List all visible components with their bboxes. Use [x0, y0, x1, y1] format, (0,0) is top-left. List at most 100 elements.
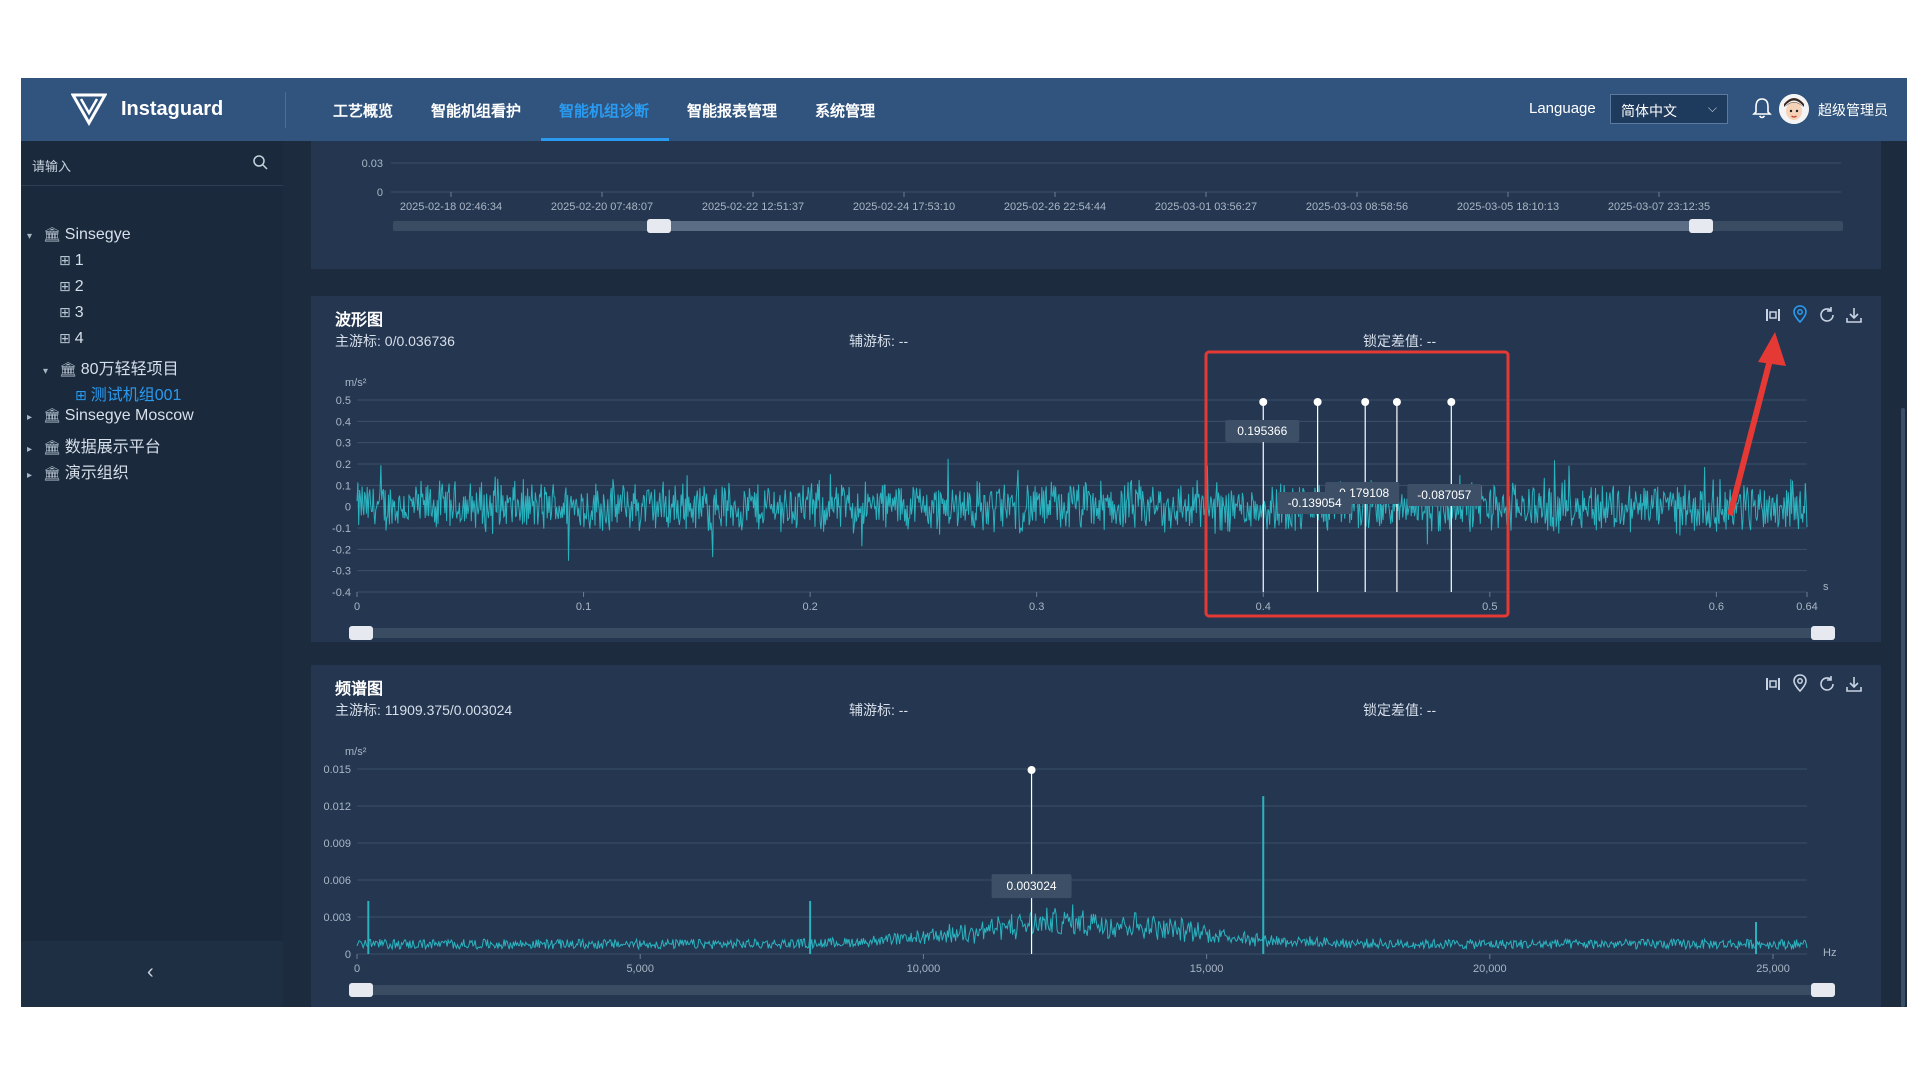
nav-unit-care[interactable]: 智能机组看护: [431, 100, 521, 121]
username[interactable]: 超级管理员: [1818, 100, 1888, 120]
tree-item-label: Sinsegye: [64, 226, 131, 243]
y-tick-label: -0.4: [332, 587, 351, 599]
zoom-slider-handle-right: [1811, 983, 1835, 997]
y-tick-label: 0.5: [336, 395, 351, 407]
y-tick-label: 0.2: [336, 459, 351, 471]
marker-label: -0.087057: [1417, 488, 1471, 502]
collapse-sidebar-button[interactable]: ‹: [21, 941, 283, 1007]
marker-dot: [1392, 398, 1401, 406]
zoom-slider-handle-right: [1689, 219, 1713, 233]
x-tick-label: 0.2: [802, 601, 817, 613]
y-tick-label: 0.015: [323, 764, 351, 776]
measure-icon[interactable]: [1764, 306, 1782, 324]
chevron-right-icon[interactable]: ▸: [27, 412, 43, 423]
top-navigation-bar: Instaguard 工艺概览 智能机组看护 智能机组诊断 智能报表管理 系统管…: [21, 78, 1907, 141]
search-input[interactable]: 请输入: [21, 141, 283, 186]
trend-panel: 0.03 0 2025-02-18 02:46:34 2025-02-20 07:48…: [311, 141, 1881, 269]
nav-report-management[interactable]: 智能报表管理: [687, 100, 777, 121]
tree-item[interactable]: ▸ 🏛 Sinsegye Moscow: [27, 407, 194, 425]
x-tick-label: 2025-03-01 03:56:27: [1155, 201, 1257, 213]
x-tick-label: 10,000: [907, 963, 941, 975]
search-icon[interactable]: [252, 154, 268, 170]
zoom-slider-handle-left: [647, 219, 671, 233]
zoom-slider-track: [357, 985, 1827, 995]
cursor-label: 0.003024: [1007, 879, 1057, 893]
spectrum-chart[interactable]: m/s² 0.015 0.012 0.009 0.006 0.003 00 5,000 10,0…: [311, 665, 1881, 1007]
marker-label: -0.139054: [1288, 496, 1342, 510]
language-select[interactable]: 简体中文 ⌵: [1610, 94, 1728, 124]
y-tick-label: 0: [377, 187, 383, 199]
refresh-icon[interactable]: [1818, 306, 1836, 324]
building-icon: 🏛: [43, 439, 61, 455]
zoom-slider-handle-left: [349, 626, 373, 640]
waveform-chart[interactable]: m/s²0.50.40.30.20.10-0.1-0.2-0.3-0.40 0.1…: [311, 296, 1881, 642]
x-tick-label: 2025-03-03 08:58:56: [1306, 201, 1408, 213]
y-tick-label: 0.006: [323, 875, 351, 887]
tree-item-label: 80万轻轻项目: [80, 361, 179, 378]
device-icon: ⊞: [59, 330, 71, 346]
download-icon[interactable]: [1845, 306, 1863, 324]
chevron-down-icon[interactable]: ▾: [27, 231, 43, 242]
device-icon: ⊞: [59, 252, 71, 268]
tree-item[interactable]: ⊞ 3: [43, 304, 84, 322]
brand-name: Instaguard: [121, 98, 224, 120]
x-tick-label: 0.4: [1256, 601, 1271, 613]
y-tick-label: 0.012: [323, 801, 351, 813]
marker-dot: [1447, 398, 1456, 406]
measure-icon[interactable]: [1764, 675, 1782, 693]
y-tick-label: -0.1: [332, 523, 351, 535]
x-axis-unit: Hz: [1823, 947, 1836, 959]
device-icon: ⊞: [59, 304, 71, 320]
trend-chart: 0.03 0 2025-02-18 02:46:34 2025-02-20 07:48…: [362, 158, 1843, 233]
location-pin-icon[interactable]: [1791, 674, 1809, 692]
x-tick-label: 0: [354, 963, 360, 975]
instaguard-logo-icon: [71, 93, 107, 127]
avatar[interactable]: [1779, 94, 1809, 124]
tree-item[interactable]: ▸ 🏛 数据展示平台: [27, 433, 161, 457]
chevron-down-icon[interactable]: ▾: [43, 366, 59, 377]
chevron-right-icon[interactable]: ▸: [27, 470, 43, 481]
tree-item-label: 4: [74, 330, 84, 347]
x-tick-label: 15,000: [1190, 963, 1224, 975]
chevron-down-icon: ⌵: [1707, 101, 1717, 115]
tree-item[interactable]: ▾ 🏛 Sinsegye: [27, 226, 131, 244]
y-tick-label: 0.009: [323, 838, 351, 850]
x-tick-label: 2025-02-22 12:51:37: [702, 201, 804, 213]
zoom-slider-range: [653, 221, 1701, 231]
x-tick-label: 0.1: [576, 601, 591, 613]
tree-item[interactable]: ⊞ 4: [43, 330, 84, 348]
tree-item-label: 数据展示平台: [64, 439, 161, 456]
zoom-slider-handle-left: [349, 983, 373, 997]
divider: [285, 92, 286, 128]
marker-dot: [1313, 398, 1322, 406]
bell-icon[interactable]: [1751, 96, 1773, 120]
x-tick-label: 2025-02-18 02:46:34: [400, 201, 502, 213]
y-tick-label: 0.4: [336, 416, 351, 428]
location-pin-icon[interactable]: [1791, 305, 1809, 323]
tree-item[interactable]: ⊞ 2: [43, 278, 84, 296]
tree-item-label: 测试机组001: [90, 387, 182, 404]
chevron-left-icon: ‹: [147, 961, 154, 983]
refresh-icon[interactable]: [1818, 675, 1836, 693]
x-tick-label: 2025-03-07 23:12:35: [1608, 201, 1710, 213]
app-window: Instaguard 工艺概览 智能机组看护 智能机组诊断 智能报表管理 系统管…: [21, 78, 1907, 1007]
x-tick-label: 5,000: [626, 963, 654, 975]
building-icon: 🏛: [59, 361, 77, 377]
tree-item[interactable]: ⊞ 测试机组001: [59, 381, 181, 405]
building-icon: 🏛: [43, 465, 61, 481]
marker-dot: [1361, 398, 1370, 406]
x-tick-label: 2025-02-24 17:53:10: [853, 201, 955, 213]
tree-item[interactable]: ⊞ 1: [43, 252, 84, 270]
nav-process-overview[interactable]: 工艺概览: [333, 100, 393, 121]
x-tick-label: 0: [354, 601, 360, 613]
download-icon[interactable]: [1845, 675, 1863, 693]
y-tick-label: 0.1: [336, 480, 351, 492]
waveform-panel: 波形图 主游标: 0/0.036736 辅游标: -- 锁定差值: -- m/s…: [311, 296, 1881, 642]
scrollbar[interactable]: [1901, 408, 1905, 1007]
chevron-right-icon[interactable]: ▸: [27, 444, 43, 455]
tree-item[interactable]: ▸ 🏛 演示组织: [27, 459, 129, 483]
y-axis-unit: m/s²: [345, 377, 367, 389]
nav-system-management[interactable]: 系统管理: [815, 100, 875, 121]
tree-item[interactable]: ▾ 🏛 80万轻轻项目: [43, 355, 179, 379]
nav-unit-diagnosis[interactable]: 智能机组诊断: [559, 100, 649, 121]
